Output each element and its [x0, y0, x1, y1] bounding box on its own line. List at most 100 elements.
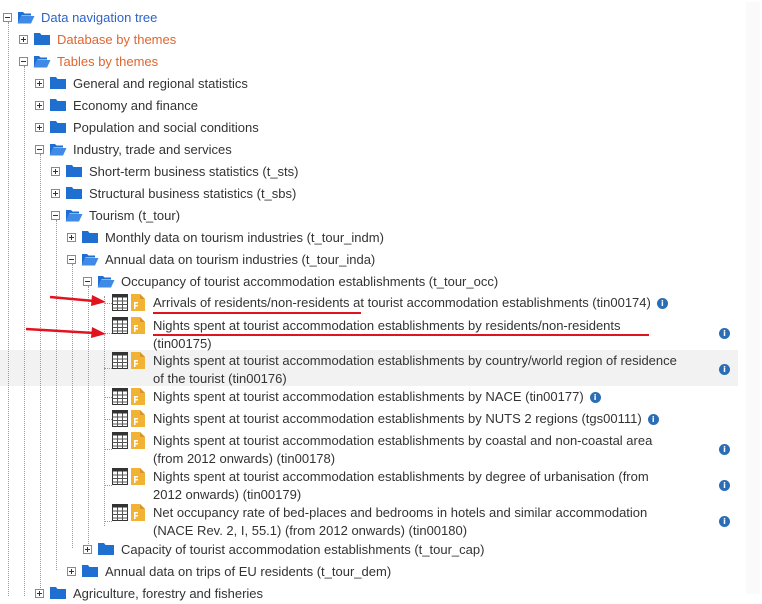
dataset-item[interactable]: Nights spent at tourist accommodation es… — [112, 352, 718, 388]
tree-node-population[interactable]: Population and social conditions — [35, 116, 259, 138]
tree-label[interactable]: Tables by themes — [57, 54, 158, 69]
expand-toggle[interactable] — [67, 232, 76, 242]
collapse-toggle[interactable] — [35, 144, 44, 154]
dataset-title[interactable]: Nights spent at tourist accommodation es… — [153, 317, 718, 335]
dataset-label[interactable]: Nights spent at tourist accommodation es… — [153, 468, 718, 504]
dataset-label[interactable]: Arrivals of residents/non-residents at t… — [153, 294, 718, 312]
tree-node-annual-trips[interactable]: Annual data on trips of EU residents (t_… — [67, 560, 391, 582]
tree-label[interactable]: Occupancy of tourist accommodation estab… — [121, 274, 498, 289]
dataset-code[interactable]: 2012 onwards) (tin00179) — [153, 486, 718, 504]
tree-node-occupancy[interactable]: Occupancy of tourist accommodation estab… — [83, 270, 498, 292]
dataset-item[interactable]: Nights spent at tourist accommodation es… — [112, 468, 718, 504]
expand-toggle[interactable] — [51, 188, 60, 198]
tree-label[interactable]: Industry, trade and services — [73, 142, 232, 157]
dataset-label[interactable]: Nights spent at tourist accommodation es… — [153, 432, 718, 468]
tree-label[interactable]: Tourism (t_tour) — [89, 208, 180, 223]
info-icon[interactable]: i — [719, 444, 730, 455]
tree-node-short-term[interactable]: Short-term business statistics (t_sts) — [51, 160, 299, 182]
tree-label[interactable]: Economy and finance — [73, 98, 198, 113]
tree-node-structural[interactable]: Structural business statistics (t_sbs) — [51, 182, 296, 204]
dataset-code[interactable]: of the tourist (tin00176) — [153, 370, 718, 388]
tree-guide — [104, 521, 112, 522]
expand-toggle[interactable] — [35, 100, 44, 110]
folder-icon — [66, 165, 82, 177]
expand-toggle[interactable] — [51, 166, 60, 176]
folder-icon — [50, 77, 66, 89]
folder-icon — [34, 33, 50, 45]
tree-guide — [40, 154, 41, 596]
folder-open-icon — [81, 254, 99, 266]
dataset-title[interactable]: Arrivals of residents/non-residents at t… — [153, 295, 651, 310]
dataset-item[interactable]: Net occupancy rate of bed-places and bed… — [112, 504, 718, 540]
folder-icon — [50, 121, 66, 133]
tree-label[interactable]: Agriculture, forestry and fisheries — [73, 586, 263, 601]
info-icon[interactable]: i — [719, 480, 730, 491]
info-icon[interactable]: i — [589, 392, 601, 404]
scrollbar-track[interactable] — [746, 2, 760, 594]
document-icon — [131, 504, 145, 521]
tree-label[interactable]: Monthly data on tourism industries (t_to… — [105, 230, 384, 245]
folder-icon — [50, 99, 66, 111]
collapse-toggle[interactable] — [3, 12, 12, 22]
dataset-title[interactable]: Net occupancy rate of bed-places and bed… — [153, 504, 718, 522]
dataset-title[interactable]: Nights spent at tourist accommodation es… — [153, 411, 642, 426]
dataset-title[interactable]: Nights spent at tourist accommodation es… — [153, 468, 718, 486]
collapse-toggle[interactable] — [67, 254, 76, 264]
document-icon — [131, 352, 145, 369]
dataset-code[interactable]: (from 2012 onwards) (tin00178) — [153, 450, 718, 468]
expand-toggle[interactable] — [83, 544, 92, 554]
dataset-title[interactable]: Nights spent at tourist accommodation es… — [153, 352, 718, 370]
tree-node-database-by-themes[interactable]: Database by themes — [19, 28, 176, 50]
dataset-item[interactable]: Arrivals of residents/non-residents at t… — [112, 294, 718, 312]
tree-node-capacity[interactable]: Capacity of tourist accommodation establ… — [83, 538, 484, 560]
info-icon[interactable]: i — [647, 414, 659, 426]
dataset-label[interactable]: Net occupancy rate of bed-places and bed… — [153, 504, 718, 540]
tree-node-economy[interactable]: Economy and finance — [35, 94, 198, 116]
tree-node-tourism[interactable]: Tourism (t_tour) — [51, 204, 180, 226]
collapse-toggle[interactable] — [19, 56, 28, 66]
expand-toggle[interactable] — [35, 122, 44, 132]
dataset-item[interactable]: Nights spent at tourist accommodation es… — [112, 410, 718, 428]
table-icon — [112, 504, 128, 521]
dataset-item[interactable]: Nights spent at tourist accommodation es… — [112, 432, 718, 468]
tree-label[interactable]: Structural business statistics (t_sbs) — [89, 186, 296, 201]
tree-label[interactable]: Short-term business statistics (t_sts) — [89, 164, 299, 179]
info-icon[interactable]: i — [719, 516, 730, 527]
dataset-label[interactable]: Nights spent at tourist accommodation es… — [153, 388, 718, 406]
tree-node-monthly[interactable]: Monthly data on tourism industries (t_to… — [67, 226, 384, 248]
tree-label[interactable]: Capacity of tourist accommodation establ… — [121, 542, 484, 557]
dataset-code[interactable]: (tin00175) — [153, 335, 718, 353]
tree-node-agriculture[interactable]: Agriculture, forestry and fisheries — [35, 582, 263, 604]
tree-node-industry[interactable]: Industry, trade and services — [35, 138, 232, 160]
dataset-title[interactable]: Nights spent at tourist accommodation es… — [153, 389, 584, 404]
info-icon[interactable]: i — [719, 364, 730, 375]
tree-label[interactable]: General and regional statistics — [73, 76, 248, 91]
vertical-scrollbar[interactable] — [744, 0, 762, 596]
dataset-item[interactable]: Nights spent at tourist accommodation es… — [112, 388, 718, 406]
info-icon[interactable]: i — [719, 328, 730, 339]
tree-node-general[interactable]: General and regional statistics — [35, 72, 248, 94]
tree-label[interactable]: Database by themes — [57, 32, 176, 47]
dataset-title[interactable]: Nights spent at tourist accommodation es… — [153, 432, 718, 450]
dataset-label[interactable]: Nights spent at tourist accommodation es… — [153, 410, 718, 428]
table-icon — [112, 317, 128, 334]
tree-guide — [8, 22, 9, 596]
folder-open-icon — [65, 210, 83, 222]
expand-toggle[interactable] — [35, 78, 44, 88]
expand-toggle[interactable] — [67, 566, 76, 576]
tree-label[interactable]: Annual data on trips of EU residents (t_… — [105, 564, 391, 579]
dataset-label[interactable]: Nights spent at tourist accommodation es… — [153, 352, 718, 388]
tree-label[interactable]: Population and social conditions — [73, 120, 259, 135]
annotation-arrow — [49, 295, 106, 306]
document-icon — [131, 317, 145, 334]
info-icon[interactable]: i — [656, 298, 668, 310]
collapse-toggle[interactable] — [83, 276, 92, 286]
expand-toggle[interactable] — [19, 34, 28, 44]
tree-node-annual-industries[interactable]: Annual data on tourism industries (t_tou… — [67, 248, 375, 270]
collapse-toggle[interactable] — [51, 210, 60, 220]
tree-label[interactable]: Annual data on tourism industries (t_tou… — [105, 252, 375, 267]
tree-node-tables-by-themes[interactable]: Tables by themes — [19, 50, 158, 72]
expand-toggle[interactable] — [35, 588, 44, 598]
tree-label[interactable]: Data navigation tree — [41, 10, 157, 25]
tree-node-root[interactable]: Data navigation tree — [3, 6, 157, 28]
